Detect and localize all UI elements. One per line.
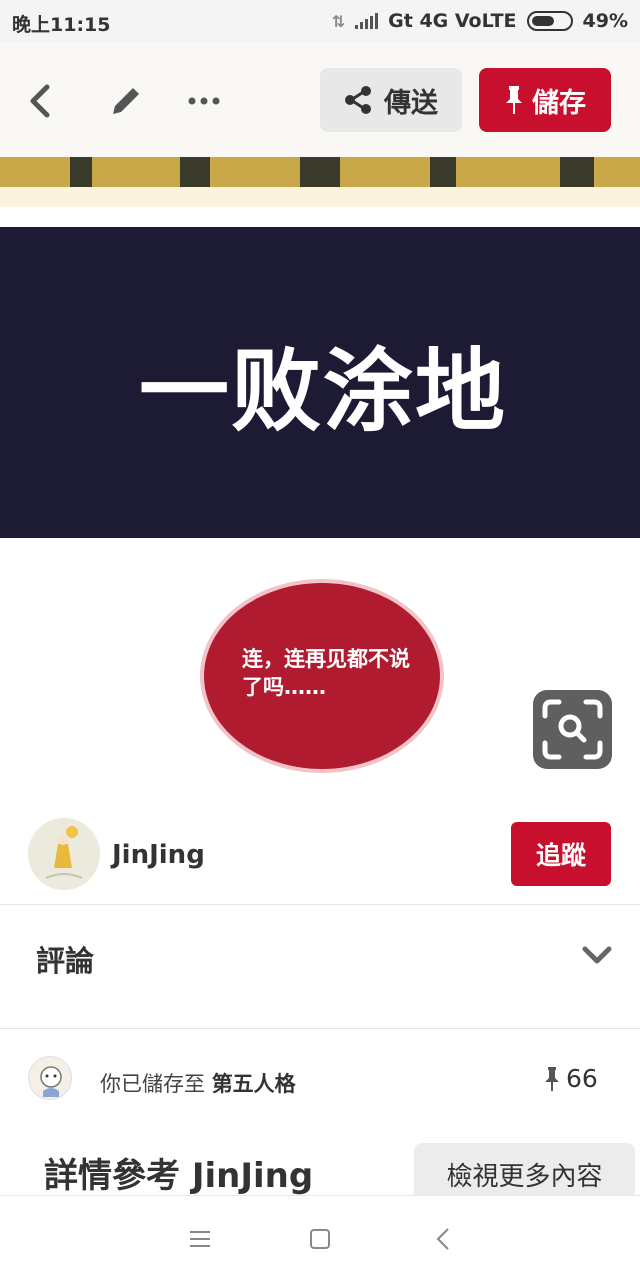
- creator-avatar[interactable]: [28, 818, 100, 890]
- pin-icon: [506, 86, 522, 114]
- pin-action-bar: 傳送 儲存: [0, 42, 640, 157]
- status-time: 晚上11:15: [12, 14, 111, 36]
- home-square-icon: [310, 1229, 330, 1249]
- share-button[interactable]: 傳送: [320, 68, 462, 132]
- menu-nav-button[interactable]: [185, 1224, 215, 1254]
- pin-detail-screen: 晚上11:15 ⇅ Gt 4G VoLTE 49% 傳送 儲存 一败涂地 连，连…: [0, 0, 640, 1280]
- divider: [0, 904, 640, 905]
- comments-section[interactable]: 評論: [0, 906, 640, 1026]
- banner-title: 一败涂地: [139, 338, 507, 444]
- divider: [0, 1028, 640, 1029]
- board-name-link[interactable]: 第五人格: [212, 1072, 296, 1096]
- more-dots-icon: [188, 97, 220, 105]
- menu-icon: [190, 1231, 210, 1247]
- more-options-button[interactable]: [179, 76, 229, 126]
- comments-title: 評論: [36, 944, 95, 978]
- back-nav-button[interactable]: [428, 1224, 458, 1254]
- creator-row: JinJing 追蹤: [0, 812, 640, 904]
- saved-to-board-row: 你已儲存至 第五人格 66: [0, 1048, 640, 1112]
- pin-count: 66: [544, 1064, 598, 1093]
- share-icon: [345, 86, 371, 114]
- artwork-edge: [0, 187, 640, 207]
- bubble-text: 连，连再见都不说了吗……: [242, 647, 410, 699]
- back-arrow-icon: [30, 84, 50, 118]
- network-label: Gt 4G VoLTE: [388, 10, 517, 32]
- avatar-illustration-icon: [28, 818, 100, 890]
- save-button[interactable]: 儲存: [479, 68, 611, 132]
- save-label: 儲存: [532, 87, 586, 119]
- share-label: 傳送: [384, 87, 438, 119]
- data-transfer-icon: ⇅: [331, 11, 346, 31]
- saved-to-text: 你已儲存至 第五人格: [100, 1068, 296, 1098]
- back-chevron-icon: [436, 1228, 449, 1250]
- chevron-down-icon[interactable]: [582, 944, 612, 966]
- status-indicators: ⇅ Gt 4G VoLTE 49%: [332, 10, 628, 32]
- back-button[interactable]: [14, 76, 64, 126]
- avatar-cartoon-icon: [29, 1057, 71, 1099]
- edit-button[interactable]: [101, 76, 151, 126]
- status-bar: 晚上11:15 ⇅ Gt 4G VoLTE 49%: [0, 0, 640, 42]
- lens-search-icon: [542, 699, 603, 760]
- visual-search-button[interactable]: [533, 690, 612, 769]
- saved-prefix: 你已儲存至: [100, 1072, 205, 1096]
- pin-image-banner[interactable]: 一败涂地: [0, 227, 640, 538]
- home-nav-button[interactable]: [305, 1224, 335, 1254]
- follow-button[interactable]: 追蹤: [511, 822, 611, 886]
- pin-icon: [545, 1066, 559, 1091]
- speech-bubble: 连，连再见都不说了吗……: [204, 583, 440, 769]
- signal-icon: [355, 13, 379, 29]
- details-title: 詳情參考 JinJing: [44, 1156, 314, 1196]
- battery-icon: [526, 11, 573, 31]
- pin-count-value: 66: [566, 1064, 598, 1093]
- user-avatar[interactable]: [28, 1056, 72, 1100]
- pencil-icon: [113, 88, 139, 114]
- battery-percent: 49%: [582, 10, 628, 32]
- creator-name[interactable]: JinJing: [112, 840, 205, 870]
- system-nav-bar: [0, 1195, 640, 1280]
